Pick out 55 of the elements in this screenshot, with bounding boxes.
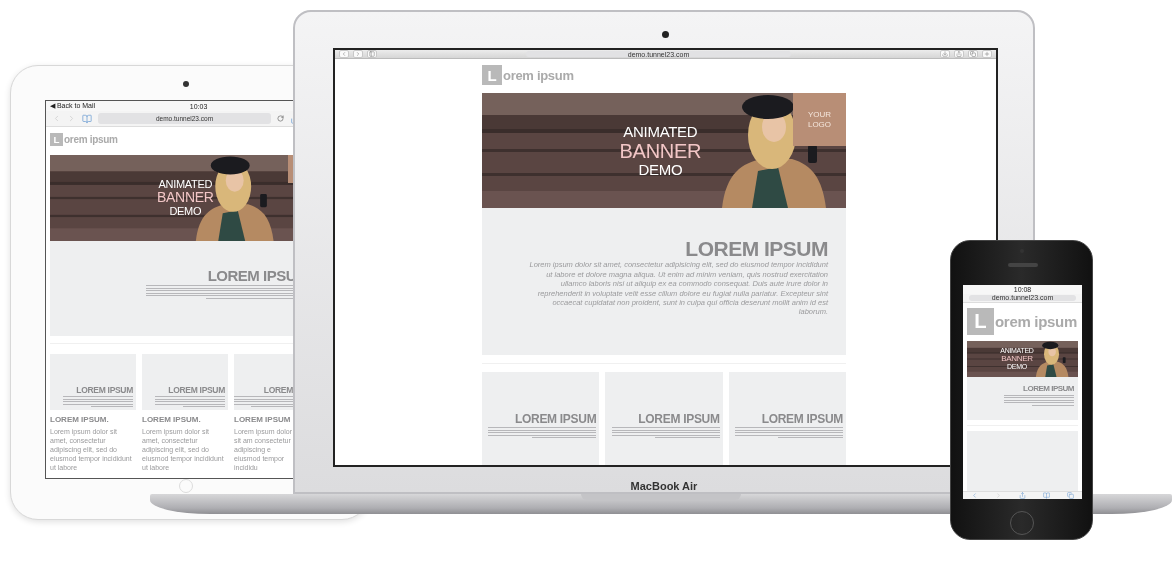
chevron-left-icon [341, 51, 347, 57]
camera-icon [183, 81, 189, 87]
hero-title: LOREM IPSUM [685, 238, 828, 261]
card-heading: LOREM IPSUM. [142, 415, 202, 424]
new-tab-button[interactable] [982, 50, 992, 58]
share-icon[interactable] [1019, 491, 1026, 499]
banner-heading: BANNER [157, 190, 214, 206]
logo-letter: L [967, 307, 994, 335]
laptop-brand: MacBook Air [630, 480, 698, 492]
hero-title: LOREM IPSUM [1023, 385, 1074, 394]
text-lines-drawing [1004, 394, 1074, 406]
bookmarks-icon[interactable] [82, 113, 92, 124]
camera-icon [662, 31, 669, 38]
logo-caption: LOGO [807, 119, 832, 130]
back-icon[interactable] [971, 491, 979, 499]
banner-heading: ANIMATED [623, 123, 698, 140]
tabs-button[interactable] [968, 50, 978, 58]
forward-icon[interactable] [995, 491, 1003, 499]
sidebar-button[interactable] [367, 50, 377, 58]
tabs-icon [970, 51, 976, 57]
card-heading: LOREM IPSUM [234, 415, 292, 424]
card-title: LOREM IPSUM [638, 412, 720, 426]
banner-heading: DEMO [169, 205, 202, 218]
banner-heading: DEMO [638, 161, 683, 178]
card-title: LOREM IPSUM [514, 412, 597, 426]
banner-heading: BANNER [619, 139, 702, 162]
back-icon[interactable] [52, 114, 61, 123]
card-title: LOREM IPSUM [168, 385, 225, 395]
forward-button[interactable] [353, 50, 363, 58]
share-icon [956, 51, 962, 57]
banner-heading: ANIMATED [158, 178, 213, 191]
forward-icon[interactable] [67, 114, 76, 123]
text-lines-drawing [63, 396, 133, 407]
banner-heading: BANNER [1001, 354, 1033, 364]
logo-letter: L [50, 133, 63, 146]
plus-icon [984, 51, 990, 57]
download-button[interactable] [940, 50, 950, 58]
card-title: LOREM IPSUM [761, 412, 843, 426]
share-button[interactable] [954, 50, 964, 58]
chevron-right-icon [355, 51, 361, 57]
card-title: LOREM IPSUM [76, 385, 133, 395]
logo-text: orem ipsum [64, 134, 118, 145]
logo-text: orem ipsum [995, 312, 1078, 330]
card-title: LOREM [263, 385, 293, 395]
sidebar-icon [369, 51, 375, 57]
logo-letter: L [482, 65, 502, 85]
back-button[interactable] [339, 50, 349, 58]
logo-text: orem ipsum [503, 67, 574, 83]
card-heading: LOREM IPSUM. [50, 415, 110, 424]
text-lines-drawing [155, 396, 225, 407]
tabs-icon[interactable] [1066, 491, 1074, 499]
download-icon [942, 51, 948, 57]
bookmarks-icon[interactable] [1042, 491, 1050, 499]
reload-icon[interactable] [277, 115, 284, 122]
logo-caption: YOUR [807, 109, 832, 120]
